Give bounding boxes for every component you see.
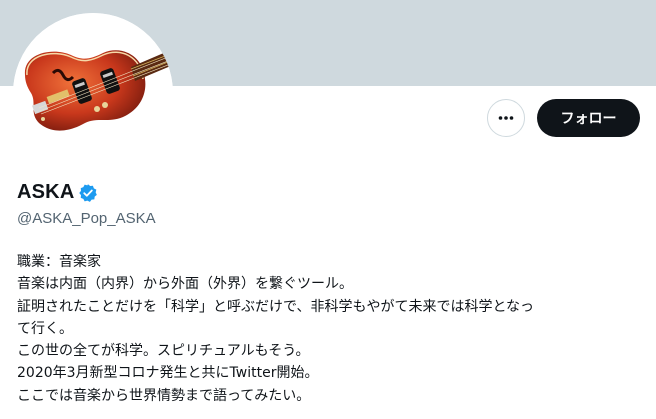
profile-bio: 職業：音楽家 音楽は内面（内界）から外面（外界）を繋ぐツール。 証明されたことだ… <box>17 251 642 407</box>
profile-handle: @ASKA_Pop_ASKA <box>17 210 156 227</box>
bio-line: て行く。 <box>17 320 73 337</box>
follow-button[interactable]: フォロー <box>537 99 640 137</box>
profile-name-row: ASKA <box>17 181 98 204</box>
bio-line: 2020年3月新型コロナ発生と共にTwitter開始。 <box>17 365 319 382</box>
more-horizontal-icon <box>498 116 514 120</box>
display-name: ASKA <box>17 181 75 203</box>
verified-badge-icon[interactable] <box>78 183 98 203</box>
bio-line: 音楽は内面（内界）から外面（外界）を繋ぐツール。 <box>17 276 353 293</box>
bio-line: 職業：音楽家 <box>17 254 101 270</box>
bio-line: 証明されたことだけを「科学」と呼ぶだけで、非科学もやがて未来では科学となっ <box>17 298 535 315</box>
violin-bass-guitar-avatar-icon <box>13 13 173 173</box>
more-options-button[interactable] <box>487 99 525 137</box>
bio-line: この世の全てが科学。スピリチュアルもそう。 <box>17 343 310 360</box>
profile-avatar[interactable] <box>13 13 173 173</box>
bio-line: ここでは音楽から世界情勢まで語ってみたい。 <box>17 387 311 404</box>
